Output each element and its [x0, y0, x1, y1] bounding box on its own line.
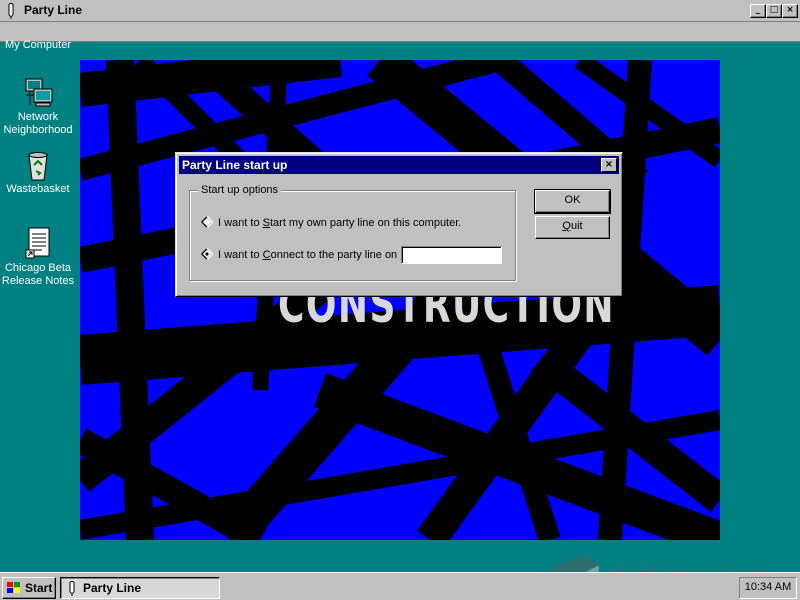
- desktop-icon-wastebasket[interactable]: Wastebasket: [0, 151, 76, 196]
- startup-dialog: Party Line start up × Start up options I…: [175, 152, 623, 297]
- dialog-titlebar[interactable]: Party Line start up ×: [179, 156, 619, 174]
- quit-button[interactable]: Quit: [535, 216, 610, 239]
- option-start-prefix: I want to: [218, 217, 263, 229]
- radio-start-own-icon[interactable]: [201, 216, 213, 228]
- ok-button[interactable]: OK: [534, 189, 611, 214]
- desktop-icon-label: My Computer: [4, 39, 72, 51]
- option-connect-rest: onnect to the party line on: [270, 249, 398, 261]
- option-start-accel: S: [262, 217, 270, 229]
- taskbar: Start Party Line 10:34 AM: [0, 572, 800, 600]
- desktop-icon-release-notes[interactable]: Chicago Beta Release Notes: [0, 226, 76, 288]
- option-connect-accel: C: [262, 249, 271, 261]
- desktop-icon-network-neighborhood[interactable]: Network Neighborhood: [0, 77, 76, 137]
- quit-accel: Q: [562, 220, 571, 232]
- ok-button-label: OK: [564, 194, 581, 206]
- app-titlebar[interactable]: Party Line _ □ ×: [0, 0, 800, 22]
- recycle-bin-icon: [28, 152, 48, 181]
- document-icon: [25, 227, 50, 259]
- dialog-close-button[interactable]: ×: [601, 158, 617, 172]
- taskbar-button-label: Party Line: [83, 581, 142, 595]
- start-button[interactable]: Start: [2, 577, 56, 599]
- option-start-rest: tart my own party line on this computer.: [269, 217, 462, 229]
- dialog-title: Party Line start up: [182, 158, 288, 172]
- desktop-icon-label: Chicago Beta Release Notes: [1, 262, 75, 287]
- network-icon: [25, 78, 53, 107]
- party-line-app-icon: [8, 3, 14, 19]
- windows-logo-icon: [7, 582, 20, 593]
- option-start-own[interactable]: I want to Start my own party line on thi…: [201, 216, 461, 229]
- party-line-host-input[interactable]: [401, 246, 502, 264]
- desktop-icon-label: Wastebasket: [6, 183, 70, 195]
- desktop-icon-my-computer[interactable]: My Computer: [0, 39, 76, 52]
- option-connect[interactable]: I want to Connect to the party line on: [201, 248, 397, 261]
- taskbar-button-party-line[interactable]: Party Line: [60, 577, 220, 599]
- desktop-icon-label: Network Neighborhood: [3, 111, 73, 136]
- app-title: Party Line: [24, 3, 83, 17]
- menubar: [0, 22, 800, 42]
- minimize-button[interactable]: _: [750, 4, 766, 18]
- quit-rest: uit: [570, 220, 583, 232]
- radio-connect-icon[interactable]: [201, 248, 213, 260]
- option-connect-prefix: I want to: [218, 249, 263, 261]
- startup-options-label: Start up options: [198, 184, 282, 196]
- party-line-app-icon: [69, 581, 75, 596]
- start-label: Start: [25, 581, 53, 595]
- maximize-button[interactable]: □: [766, 4, 782, 18]
- construction-wallpaper: CONSTRUCTION: [80, 60, 720, 540]
- close-button[interactable]: ×: [782, 4, 798, 18]
- startup-options-group: [189, 190, 516, 281]
- system-tray-clock[interactable]: 10:34 AM: [739, 577, 797, 599]
